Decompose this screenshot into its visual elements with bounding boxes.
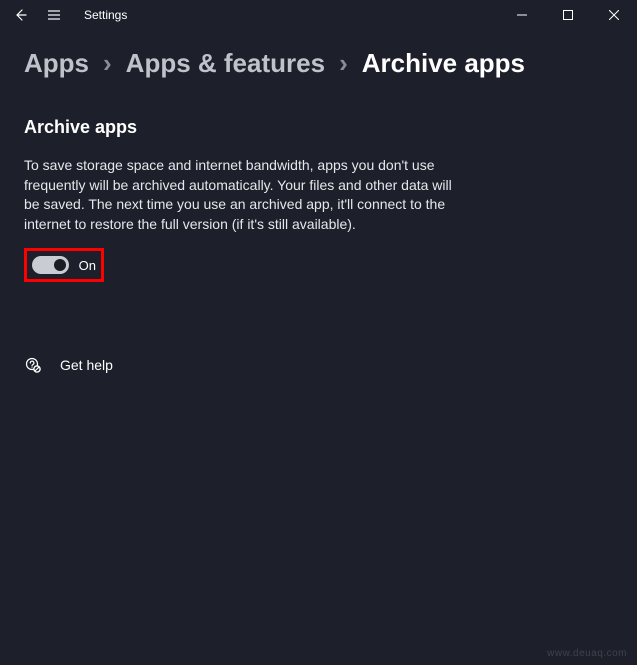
- chevron-right-icon: ›: [103, 48, 112, 79]
- chevron-right-icon: ›: [339, 48, 348, 79]
- maximize-button[interactable]: [545, 0, 591, 30]
- breadcrumb-apps[interactable]: Apps: [24, 48, 89, 79]
- breadcrumb: Apps › Apps & features › Archive apps: [24, 48, 613, 79]
- window-title: Settings: [84, 8, 127, 22]
- back-icon[interactable]: [12, 7, 28, 23]
- title-bar: Settings: [0, 0, 637, 30]
- get-help-link[interactable]: Get help: [24, 356, 613, 374]
- close-button[interactable]: [591, 0, 637, 30]
- menu-icon[interactable]: [46, 7, 62, 23]
- help-icon: [24, 356, 42, 374]
- watermark: www.deuaq.com: [547, 648, 627, 659]
- archive-toggle[interactable]: [32, 256, 69, 274]
- minimize-button[interactable]: [499, 0, 545, 30]
- page-description: To save storage space and internet bandw…: [24, 156, 464, 234]
- page-heading: Archive apps: [24, 117, 613, 138]
- breadcrumb-apps-features[interactable]: Apps & features: [126, 48, 325, 79]
- toggle-state-label: On: [79, 258, 96, 273]
- breadcrumb-archive-apps: Archive apps: [362, 48, 525, 79]
- archive-toggle-highlight: On: [24, 248, 104, 282]
- toggle-knob: [54, 259, 66, 271]
- help-label: Get help: [60, 357, 113, 373]
